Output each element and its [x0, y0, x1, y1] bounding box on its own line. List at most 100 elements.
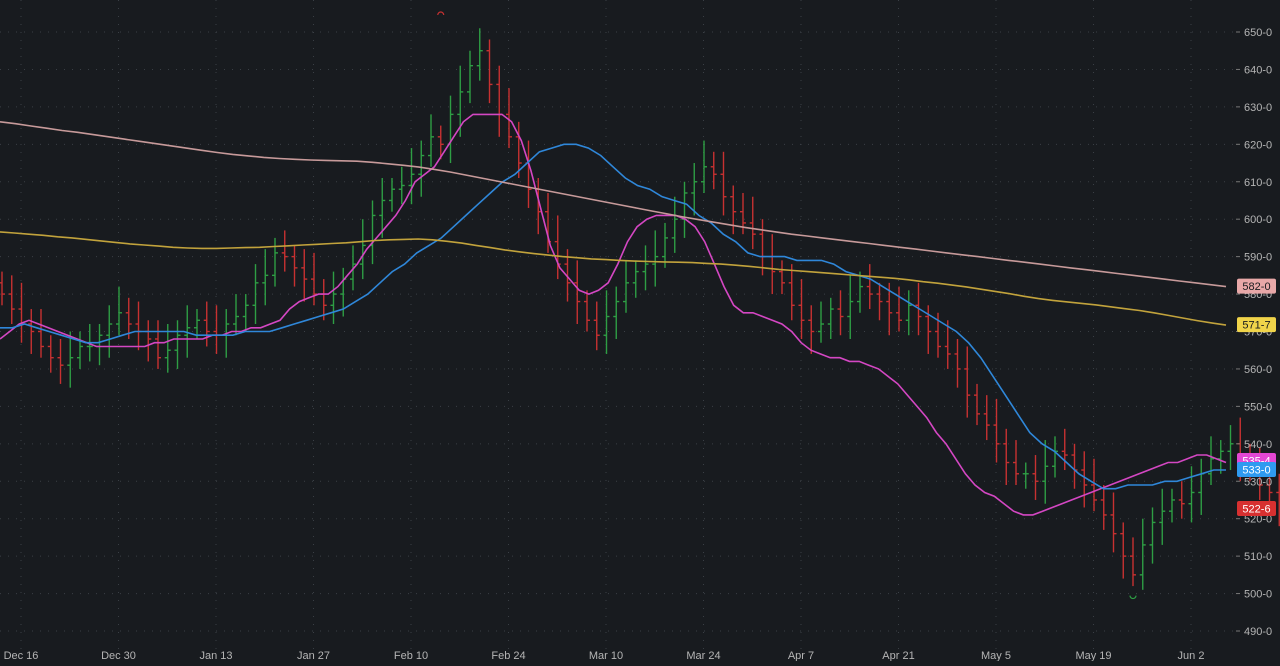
ohlc-bar[interactable] [1022, 462, 1029, 489]
ohlc-bar[interactable] [554, 215, 561, 280]
ohlc-bar[interactable] [155, 320, 161, 369]
ohlc-bar[interactable] [710, 151, 717, 190]
chart-svg[interactable]: 490-0500-0510-0520-0530-0540-0550-0560-0… [0, 0, 1280, 662]
ohlc-bar[interactable] [1139, 518, 1146, 590]
ohlc-bar[interactable] [720, 151, 727, 216]
ohlc-bar[interactable] [876, 282, 883, 321]
ohlc-bar[interactable] [1276, 473, 1280, 527]
ohlc-bar[interactable] [1100, 484, 1107, 530]
ohlc-bar[interactable] [1178, 481, 1185, 519]
ohlc-bar[interactable] [38, 309, 44, 358]
ohlc-bar[interactable] [476, 28, 483, 81]
ohlc-bar[interactable] [1169, 488, 1175, 523]
ohlc-bar[interactable] [57, 338, 64, 384]
ohlc-bar[interactable] [964, 346, 971, 418]
ohlc-bar[interactable] [1159, 488, 1166, 545]
ohlc-bar[interactable] [857, 271, 863, 313]
ohlc-bar[interactable] [1013, 440, 1019, 485]
ohlc-bar[interactable] [1227, 425, 1234, 471]
ohlc-bar[interactable] [525, 140, 532, 208]
ohlc-bar[interactable] [252, 264, 259, 325]
ohlc-bar[interactable] [28, 309, 35, 354]
ohlc-bar[interactable] [1071, 443, 1078, 489]
ohlc-bar[interactable] [818, 301, 824, 343]
ohlc-bar[interactable] [671, 196, 678, 253]
ohlc-bar[interactable] [330, 271, 337, 325]
ohlc-bar[interactable] [18, 282, 25, 343]
ohlc-bar[interactable] [788, 264, 795, 321]
ohlc-bar[interactable] [0, 271, 5, 306]
ohlc-bar[interactable] [116, 286, 122, 336]
ohlc-bar[interactable] [486, 39, 493, 104]
ohlc-bar[interactable] [174, 320, 181, 369]
ohlc-bar[interactable] [496, 65, 503, 137]
ohlc-bar[interactable] [145, 320, 152, 362]
ohlc-bar[interactable] [1081, 451, 1088, 508]
ohlc-bar[interactable] [262, 249, 269, 306]
ohlc-bar[interactable] [301, 249, 308, 302]
ohlc-bar[interactable] [623, 260, 629, 313]
ohlc-bar[interactable] [652, 230, 659, 287]
ohlc-bar[interactable] [779, 260, 785, 295]
ohlc-bar[interactable] [47, 335, 54, 373]
ohlc-bar[interactable] [983, 395, 990, 441]
ohlc-bar[interactable] [467, 50, 473, 104]
ohlc-bar[interactable] [847, 275, 854, 339]
ohlc-bar[interactable] [584, 290, 590, 332]
ohlc-bar[interactable] [447, 95, 454, 164]
ohlc-bar[interactable] [808, 305, 815, 354]
ohlc-bar[interactable] [603, 290, 610, 354]
ohlc-bar[interactable] [905, 290, 912, 336]
ohlc-bar[interactable] [389, 178, 395, 212]
ohlc-bar[interactable] [291, 245, 298, 287]
ohlc-bar[interactable] [272, 237, 278, 287]
ohlc-bar[interactable] [1042, 440, 1049, 504]
ohlc-bar[interactable] [428, 114, 434, 167]
ohlc-bar[interactable] [574, 260, 581, 325]
ohlc-bar[interactable] [1188, 466, 1195, 523]
ohlc-bar[interactable] [837, 290, 844, 336]
ohlc-bar[interactable] [954, 338, 961, 388]
ohlc-bar[interactable] [1120, 522, 1127, 579]
ohlc-bar[interactable] [398, 166, 405, 205]
ohlc-bar[interactable] [632, 260, 639, 298]
ohlc-bar[interactable] [96, 324, 103, 366]
ohlc-bar[interactable] [135, 301, 142, 351]
ohlc-bar[interactable] [613, 286, 620, 339]
ohlc-bar[interactable] [798, 279, 805, 339]
ohlc-bar[interactable] [359, 219, 366, 280]
ohlc-bar[interactable] [827, 297, 834, 339]
ohlc-bar[interactable] [418, 140, 425, 197]
ohlc-bar[interactable] [642, 245, 649, 291]
price-chart[interactable]: 490-0 500-0 510-0 520-0 530-0 540-0 550-0 560-0… [0, 0, 1280, 662]
ohlc-bar[interactable] [1052, 436, 1058, 478]
ohlc-bar[interactable] [974, 383, 980, 426]
ohlc-bar[interactable] [593, 301, 600, 351]
ohlc-bar[interactable] [1149, 507, 1156, 564]
ohlc-bar[interactable] [1110, 492, 1117, 553]
ohlc-bar[interactable] [67, 331, 74, 388]
ohlc-bar[interactable] [691, 163, 698, 216]
ohlc-bar[interactable] [1198, 458, 1205, 515]
ohlc-bar[interactable] [1217, 440, 1224, 474]
ohlc-bar[interactable] [701, 140, 707, 193]
ohlc-bar[interactable] [77, 331, 83, 369]
ohlc-bar[interactable] [1130, 537, 1136, 587]
ohlc-bar[interactable] [993, 398, 1000, 463]
ohlc-bar[interactable] [769, 234, 776, 295]
ohlc-bar[interactable] [203, 301, 210, 347]
ohlc-bar[interactable] [242, 294, 249, 332]
ohlc-bar[interactable] [8, 275, 15, 325]
ohlc-bar[interactable] [681, 181, 688, 238]
ohlc-bar[interactable] [213, 305, 220, 354]
ohlc-bar[interactable] [106, 305, 113, 358]
ohlc-bar[interactable] [749, 196, 756, 250]
ohlc-bar[interactable] [866, 264, 873, 310]
ohlc-bar[interactable] [896, 286, 902, 332]
ohlc-bar[interactable] [281, 230, 288, 272]
ohlc-bar[interactable] [1061, 428, 1068, 471]
ohlc-bar[interactable] [730, 185, 737, 235]
ohlc-bar[interactable] [233, 294, 239, 336]
ohlc-bar[interactable] [1003, 428, 1010, 485]
ohlc-bar[interactable] [369, 200, 376, 265]
